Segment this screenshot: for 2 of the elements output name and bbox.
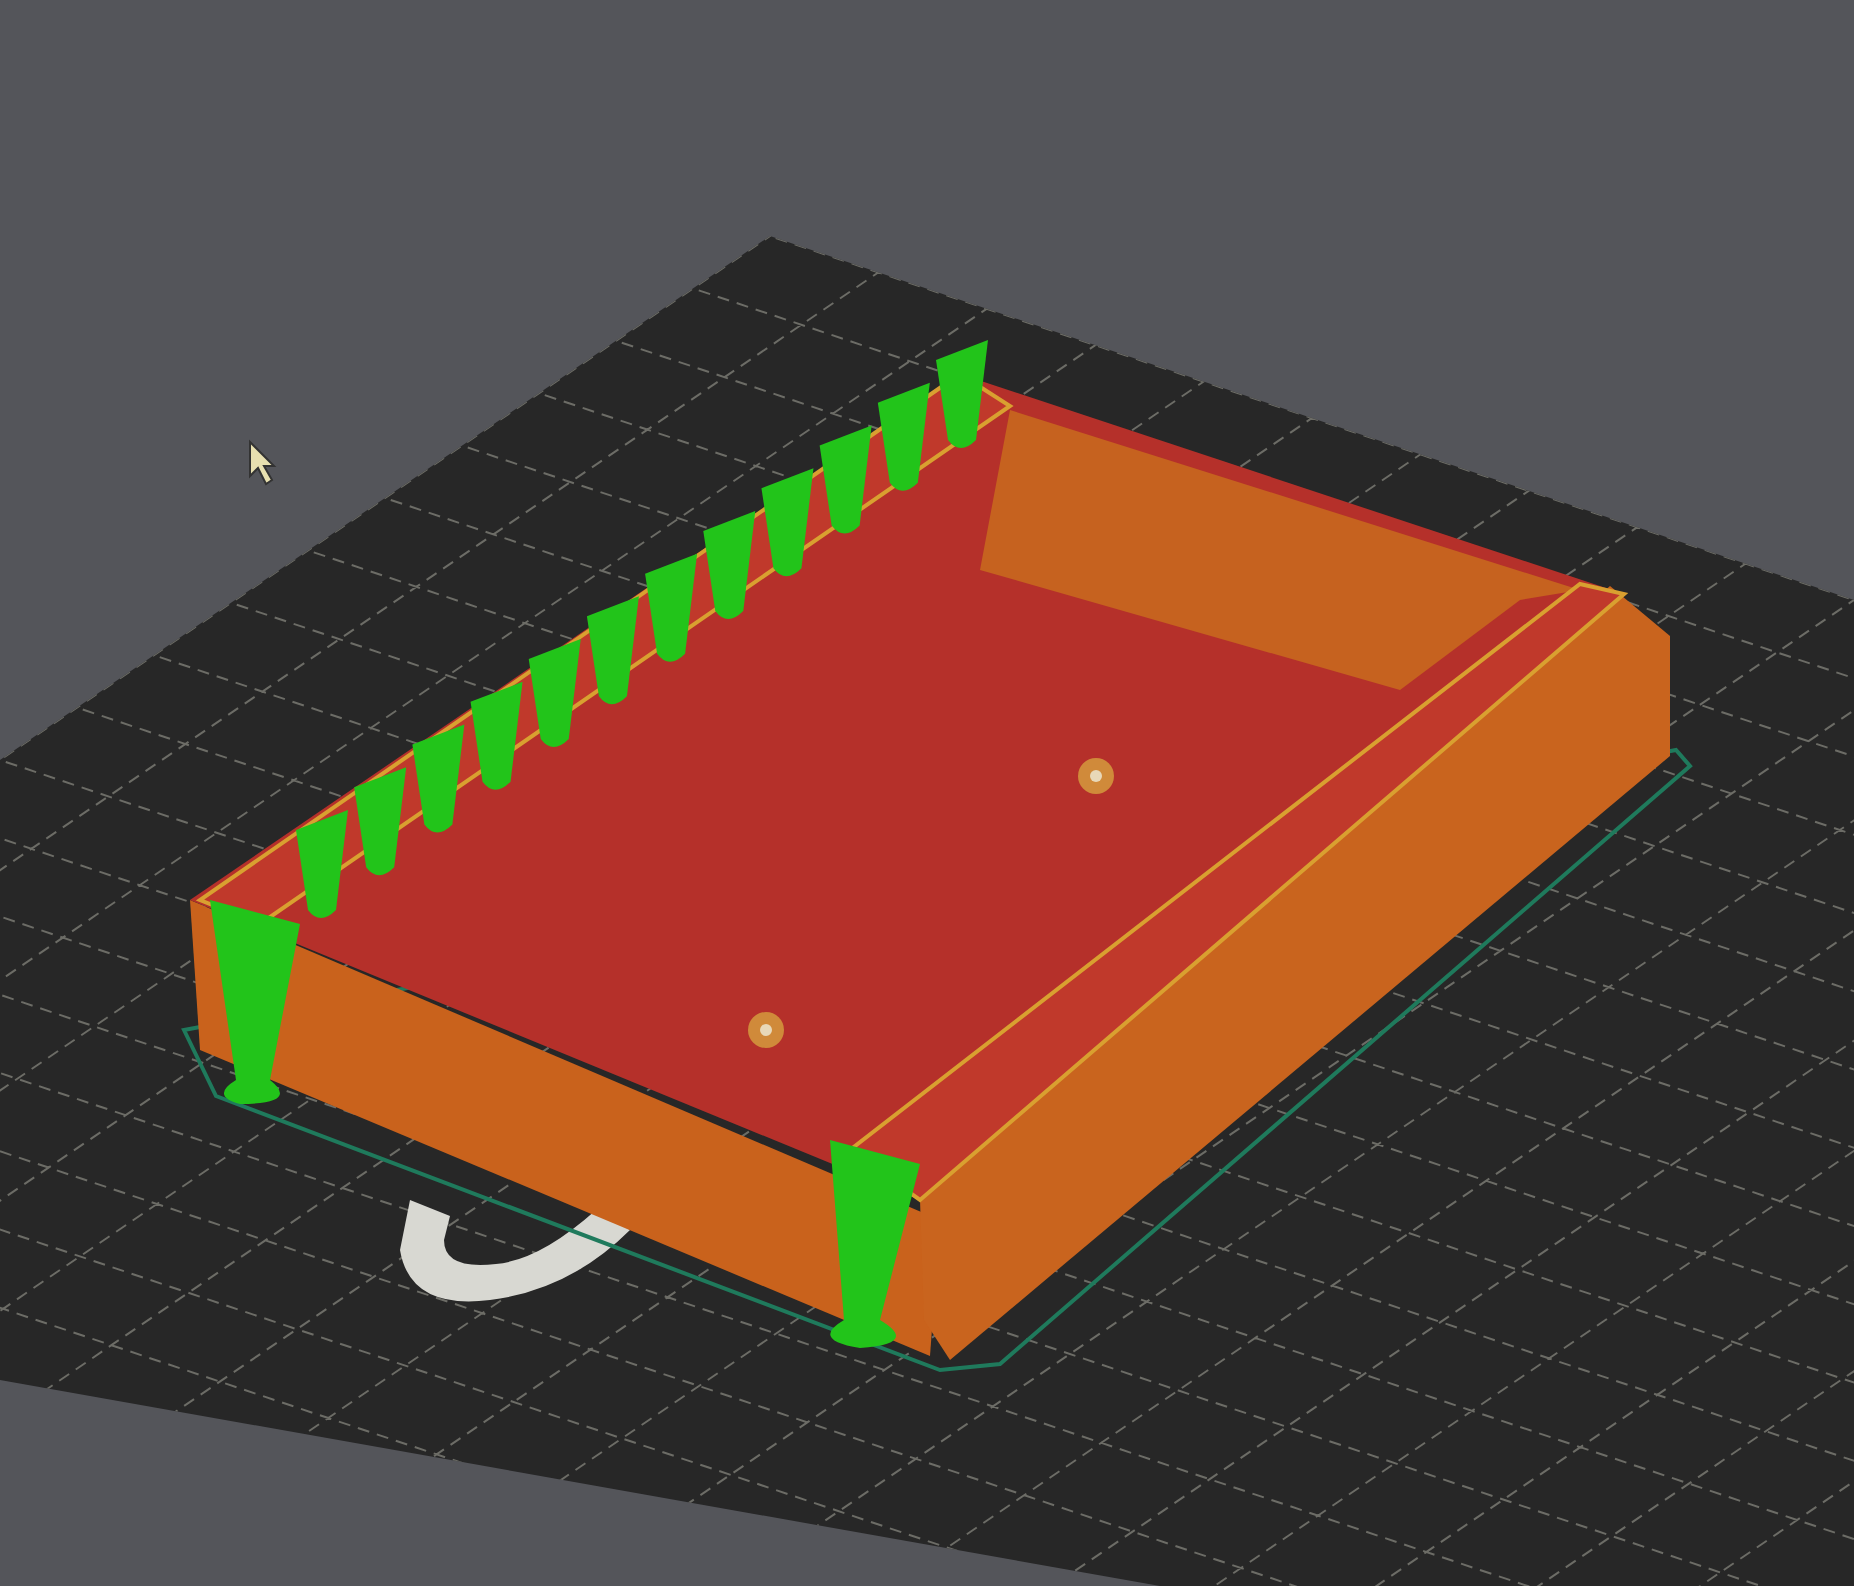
cursor-icon bbox=[249, 439, 277, 486]
u-shape-icon bbox=[400, 1200, 630, 1302]
